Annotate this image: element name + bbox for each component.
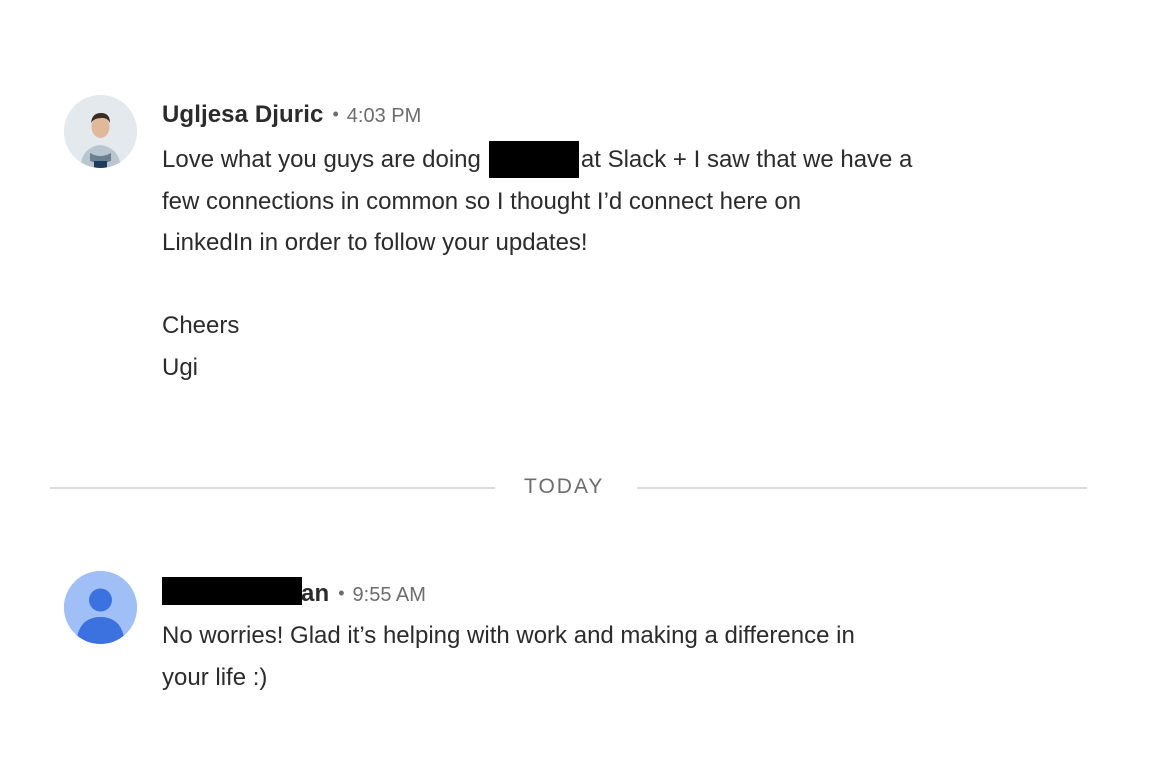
default-person-icon xyxy=(64,571,137,644)
message-text: Love what you guys are doing xyxy=(162,146,481,173)
separator-dot: • xyxy=(338,583,345,603)
message-line: No worries! Glad it’s helping with work … xyxy=(162,622,855,649)
sender-name[interactable]: an xyxy=(162,577,329,608)
message-body: Love what you guys are doing at Slack + I… xyxy=(162,139,912,388)
message-line: Ugi xyxy=(162,353,199,381)
message-header: an • 9:55 AM xyxy=(162,577,855,607)
message-line: few connections in common so I thought I… xyxy=(162,187,802,215)
message-body: No worries! Glad it’s helping with work … xyxy=(162,615,855,698)
redaction-block xyxy=(488,141,579,178)
divider-label: TODAY xyxy=(524,475,605,498)
message-text: at Slack + I saw that we have a xyxy=(580,146,913,173)
message-line: Cheers xyxy=(162,312,240,339)
avatar[interactable] xyxy=(64,571,137,644)
message-line: your life :) xyxy=(162,663,268,691)
date-divider: TODAY xyxy=(50,475,1087,501)
person-photo-icon xyxy=(64,95,137,168)
message-item: Ugljesa Djuric • 4:03 PM Love what you g… xyxy=(64,95,912,388)
divider-line xyxy=(637,487,1087,489)
message-time: 9:55 AM xyxy=(352,584,426,606)
message-item: an • 9:55 AM No worries! Glad it’s helpi… xyxy=(64,571,855,698)
message-header: Ugljesa Djuric • 4:03 PM xyxy=(162,101,912,131)
message-content: Ugljesa Djuric • 4:03 PM Love what you g… xyxy=(162,95,912,388)
sender-name[interactable]: Ugljesa Djuric xyxy=(162,101,323,129)
message-time: 4:03 PM xyxy=(346,105,422,127)
separator-dot: • xyxy=(332,104,339,124)
divider-line xyxy=(50,487,495,489)
message-thread: Ugljesa Djuric • 4:03 PM Love what you g… xyxy=(0,0,1174,758)
message-content: an • 9:55 AM No worries! Glad it’s helpi… xyxy=(162,571,855,698)
message-line: Love what you guys are doing at Slack + I… xyxy=(162,139,912,181)
avatar[interactable] xyxy=(64,95,137,168)
message-line: LinkedIn in order to follow your updates… xyxy=(162,229,588,256)
sender-name-suffix: an xyxy=(301,580,330,607)
redaction-block xyxy=(162,577,302,605)
